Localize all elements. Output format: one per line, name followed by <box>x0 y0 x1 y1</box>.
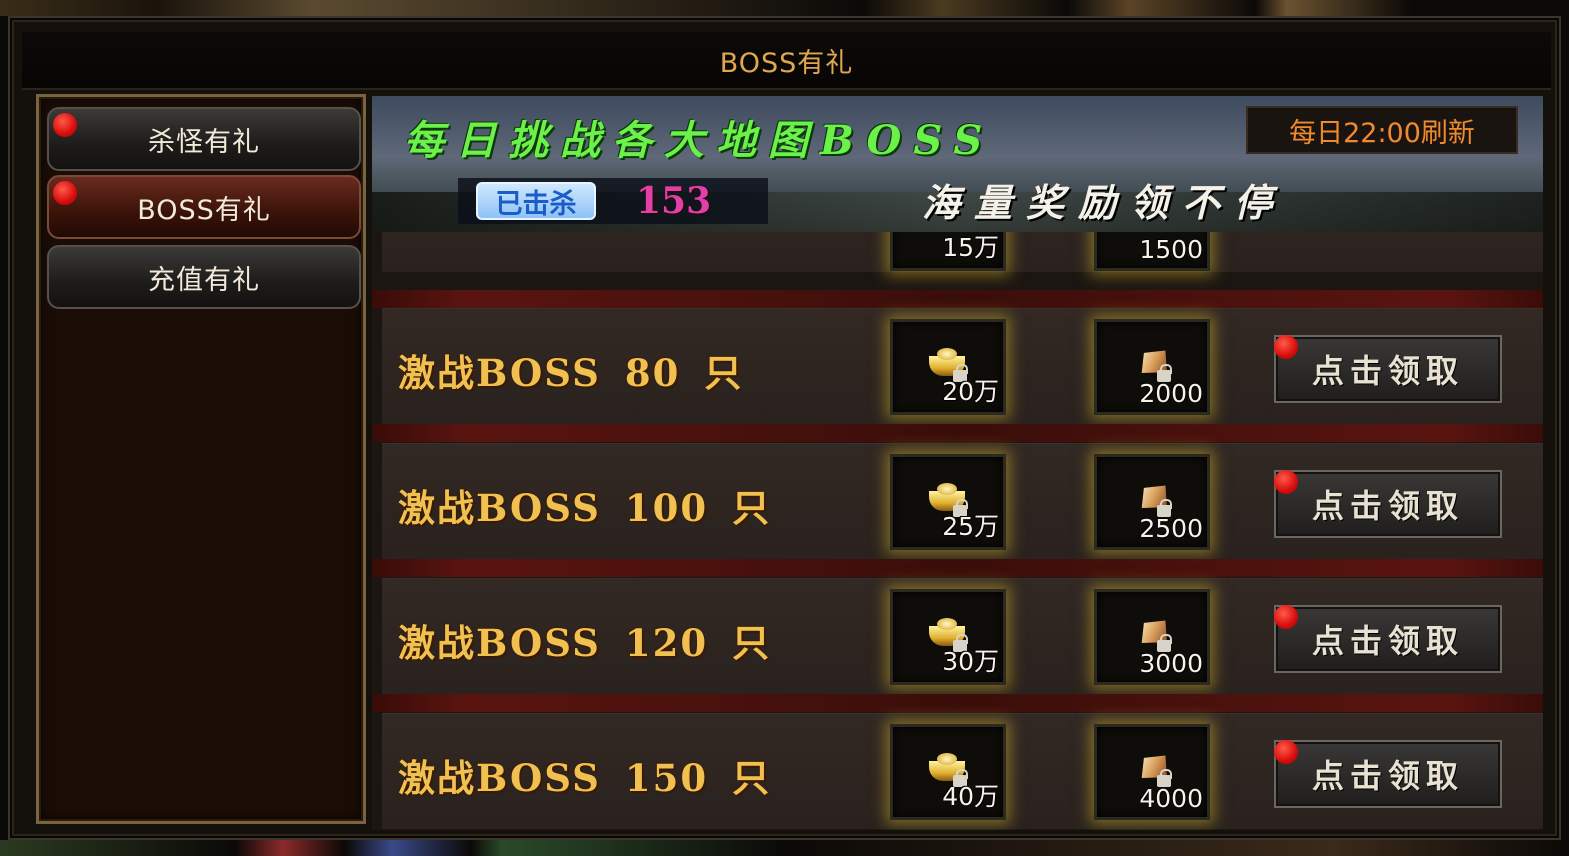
killed-label: 已击杀 <box>495 188 577 220</box>
notification-dot <box>53 181 77 205</box>
killed-badge: 已击杀 <box>476 182 596 220</box>
reward-quantity: 2000 <box>1139 379 1203 408</box>
sidebar: 杀怪有礼 BOSS有礼 充值有礼 <box>36 94 366 824</box>
claim-button[interactable]: 点击领取 <box>1274 470 1502 538</box>
banner-slogan: 海量奖励领不停 <box>922 180 1287 225</box>
tab-kill-monster-reward[interactable]: 杀怪有礼 <box>47 107 361 171</box>
goal-count: 80 <box>624 351 681 395</box>
game-background-top <box>0 0 1569 16</box>
tab-boss-reward[interactable]: BOSS有礼 <box>47 175 361 239</box>
boss-reward-window: BOSS有礼 杀怪有礼 BOSS有礼 充值有礼 每日挑战各大地图BOSS 每日2… <box>8 16 1561 840</box>
goal-prefix: 激战BOSS <box>398 351 601 395</box>
goal-unit: 只 <box>732 756 772 800</box>
goal-unit: 只 <box>704 351 744 395</box>
refresh-notice: 每日22:00刷新 <box>1246 106 1518 154</box>
notification-dot <box>1274 740 1298 764</box>
reward-quantity: 40万 <box>942 782 999 811</box>
reward-slot-gem[interactable]: 3000 <box>1094 589 1210 685</box>
claim-button-label: 点击领取 <box>1311 352 1464 390</box>
reward-slot-gold[interactable]: 30万 <box>890 589 1006 685</box>
claim-button-label: 点击领取 <box>1311 622 1464 660</box>
row-divider <box>372 559 1543 577</box>
notification-dot <box>1274 335 1298 359</box>
goal-prefix: 激战BOSS <box>398 756 601 800</box>
game-background-bottom <box>0 840 1569 856</box>
reward-quantity: 25万 <box>942 512 999 541</box>
reward-slot-gem[interactable]: 4000 <box>1094 724 1210 820</box>
reward-quantity: 1500 <box>1139 235 1203 264</box>
reward-slot-gem[interactable]: 2000 <box>1094 319 1210 415</box>
reward-row-100: 激战BOSS 100 只 25万 2500 点击领取 <box>382 443 1543 559</box>
claim-button-label: 点击领取 <box>1311 757 1464 795</box>
reward-quantity: 15万 <box>942 233 999 262</box>
window-title-bar: BOSS有礼 <box>22 32 1551 90</box>
killed-count: 153 <box>636 180 712 222</box>
reward-quantity: 30万 <box>942 647 999 676</box>
notification-dot <box>53 113 77 137</box>
row-divider <box>372 694 1543 712</box>
reward-row-80: 激战BOSS 80 只 20万 2000 点击领取 <box>382 308 1543 424</box>
tab-label: 杀怪有礼 <box>148 126 260 158</box>
notification-dot <box>1274 470 1298 494</box>
row-divider <box>372 290 1543 308</box>
goal-prefix: 激战BOSS <box>398 621 601 665</box>
goal-unit: 只 <box>732 621 772 665</box>
refresh-text: 每日22:00刷新 <box>1289 117 1475 149</box>
row-goal-label: 激战BOSS 80 只 <box>398 343 743 397</box>
claim-button[interactable]: 点击领取 <box>1274 740 1502 808</box>
banner-headline: 每日挑战各大地图BOSS <box>404 117 995 164</box>
tab-recharge-reward[interactable]: 充值有礼 <box>47 245 361 309</box>
reward-quantity: 20万 <box>942 377 999 406</box>
reward-slot-gold[interactable]: 40万 <box>890 724 1006 820</box>
window-title: BOSS有礼 <box>719 47 854 79</box>
boss-banner: 每日挑战各大地图BOSS 每日22:00刷新 已击杀 153 海量奖励领不停 <box>372 96 1543 232</box>
tab-label: 充值有礼 <box>148 264 260 296</box>
reward-quantity: 4000 <box>1139 784 1203 813</box>
goal-count: 120 <box>624 621 709 665</box>
claim-button-label: 点击领取 <box>1311 487 1464 525</box>
reward-slot-gold[interactable]: 25万 <box>890 454 1006 550</box>
row-goal-label: 激战BOSS 150 只 <box>398 748 771 802</box>
goal-count: 150 <box>624 756 709 800</box>
reward-row-120: 激战BOSS 120 只 30万 3000 点击领取 <box>382 578 1543 694</box>
killed-counter: 已击杀 153 <box>458 178 768 224</box>
row-goal-label: 激战BOSS 100 只 <box>398 478 771 532</box>
reward-content: 每日挑战各大地图BOSS 每日22:00刷新 已击杀 153 海量奖励领不停 1… <box>372 96 1543 830</box>
notification-dot <box>1274 605 1298 629</box>
reward-quantity: 3000 <box>1139 649 1203 678</box>
goal-unit: 只 <box>732 486 772 530</box>
reward-slot-gem[interactable]: 2500 <box>1094 454 1210 550</box>
reward-row-150: 激战BOSS 150 只 40万 4000 点击领取 <box>382 713 1543 829</box>
tab-label: BOSS有礼 <box>137 194 271 226</box>
row-divider <box>372 424 1543 442</box>
claim-button[interactable]: 点击领取 <box>1274 335 1502 403</box>
row-goal-label: 激战BOSS 120 只 <box>398 613 771 667</box>
reward-slot-gold[interactable]: 20万 <box>890 319 1006 415</box>
goal-prefix: 激战BOSS <box>398 486 601 530</box>
claim-button[interactable]: 点击领取 <box>1274 605 1502 673</box>
reward-quantity: 2500 <box>1139 514 1203 543</box>
goal-count: 100 <box>624 486 709 530</box>
